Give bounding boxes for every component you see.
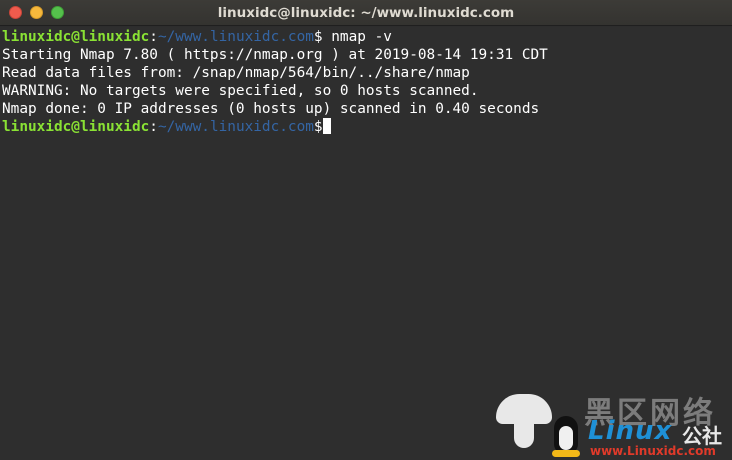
prompt-separator: : — [149, 29, 158, 45]
output-line: Read data files from: /snap/nmap/564/bin… — [2, 65, 470, 81]
prompt-line-2: linuxidc@linuxidc:~/www.linuxidc.com$ — [2, 118, 732, 136]
prompt-line-1: linuxidc@linuxidc:~/www.linuxidc.com$ nm… — [2, 28, 732, 46]
terminal-window: linuxidc@linuxidc: ~/www.linuxidc.com li… — [0, 0, 732, 460]
watermark-logo: 黑区网络 Linux 公社 www.Linuxidc.com — [492, 386, 732, 460]
title-bar[interactable]: linuxidc@linuxidc: ~/www.linuxidc.com — [0, 0, 732, 26]
prompt-symbol: $ — [313, 29, 323, 45]
prompt-path: ~/www.linuxidc.com — [157, 29, 314, 45]
prompt-user: linuxidc@linuxidc — [2, 119, 150, 135]
output-line: Nmap done: 0 IP addresses (0 hosts up) s… — [2, 101, 540, 117]
penguin-feet-icon — [552, 450, 580, 457]
prompt-user: linuxidc@linuxidc — [2, 29, 150, 45]
output-line: WARNING: No targets were specified, so 0… — [2, 83, 479, 99]
text-cursor — [322, 118, 331, 134]
window-title: linuxidc@linuxidc: ~/www.linuxidc.com — [217, 5, 515, 21]
watermark-linux: Linux — [588, 416, 673, 446]
prompt-symbol: $ — [313, 119, 323, 135]
penguin-belly-icon — [559, 426, 573, 450]
watermark-url: www.Linuxidc.com — [590, 444, 716, 458]
prompt-separator: : — [149, 119, 158, 135]
command-text: nmap -v — [322, 29, 392, 45]
prompt-path: ~/www.linuxidc.com — [157, 119, 314, 135]
mushroom-stem-icon — [514, 420, 534, 448]
output-line: Starting Nmap 7.80 ( https://nmap.org ) … — [2, 47, 548, 63]
